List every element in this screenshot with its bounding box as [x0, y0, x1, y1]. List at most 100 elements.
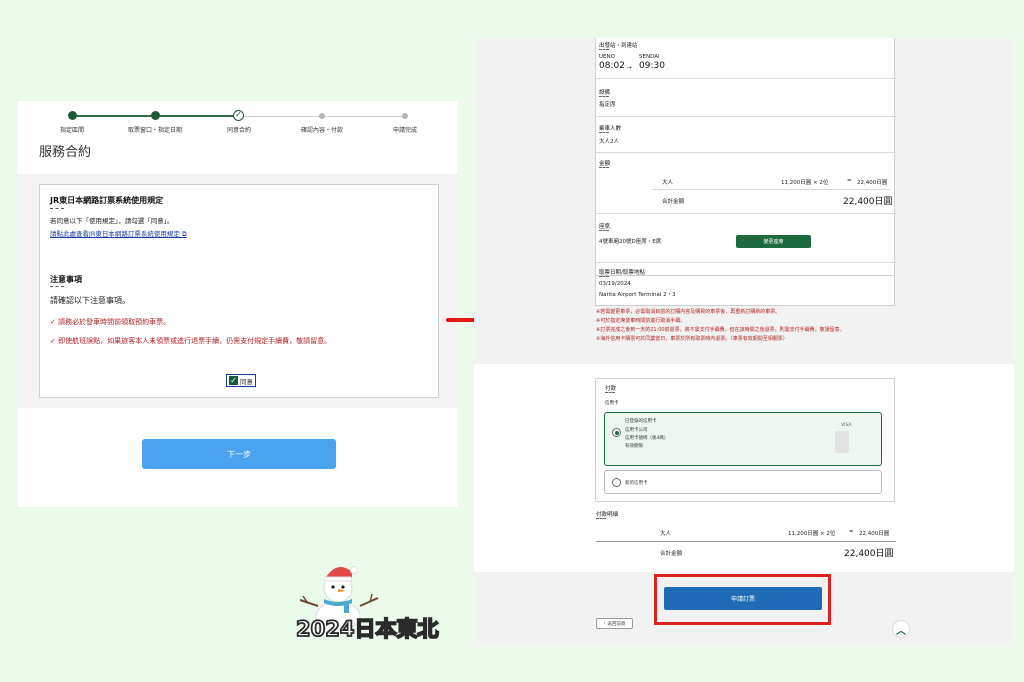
detail-total: 22,400日圓	[844, 549, 894, 559]
divider	[596, 116, 896, 117]
passengers-value: 大人2人	[599, 139, 619, 145]
detail-category: 大人	[660, 531, 672, 537]
saved-card-number-label: 信用卡號碼（後4碼）	[625, 436, 669, 441]
to-station: SENDAI	[639, 54, 660, 60]
notice-item-2: ✓ 即使航班誤點，如果旅客本人未領票或進行退票手續，仍需支付規定手續費，敬請留意…	[50, 336, 331, 346]
pickup-heading-divider	[599, 276, 609, 277]
equipment-heading: 設備	[599, 90, 611, 96]
payment-sub: 信用卡	[605, 401, 619, 406]
equipment-value: 指定席	[599, 102, 616, 108]
step-label-3: 同意合約	[226, 127, 252, 134]
pickup-place: Narita Airport Terminal 2・3	[599, 292, 676, 298]
note-3: ※訂票完成之後到一天的21:00前退票，將不需支付手續費，但在該時間之後退票，則…	[596, 327, 845, 333]
divider	[596, 78, 896, 79]
seat-heading: 座席	[599, 224, 611, 230]
booking-notes: ※若需變更車票，必需取消目前的訂購內容及購買的車票後，再重新訂購新的車票。 ※可…	[596, 308, 845, 344]
scroll-top-button[interactable]: ︿	[892, 620, 910, 638]
fare-heading-divider	[599, 167, 609, 168]
change-seat-button[interactable]: 變更座席	[736, 235, 811, 248]
note-4: ※海外信用卡購票可於同業當日，車票於所有取票時內退票。（車票有效期間至相關票）	[596, 336, 788, 342]
seat-value: 4號車廂20號D座席・E席	[599, 239, 662, 245]
mascot-caption: 2024日本東北	[295, 616, 439, 642]
progress-stepper: 指定區間 取票窗口・指定日期 ✓ 同意合約 確認內容・付款 申請完成	[17, 101, 458, 141]
step-label-4: 確認內容・付款	[300, 127, 344, 134]
notice-item-1-text: 請務必於發車時間前領取預約車票。	[58, 318, 171, 326]
terms-link-text: 請點此處查看JR東日本網路訂票系統使用規定	[50, 230, 180, 238]
notice-item-2-text: 即使航班誤點，如果旅客本人未領票或進行退票手續，仍需支付規定手續費，敬請留意。	[58, 337, 332, 345]
itinerary-card: 出發站・到達站 UENO SENDAI 08:02 → 09:30 設備 指定席…	[595, 38, 896, 276]
step-dot-2	[151, 111, 160, 120]
service-agreement-panel: 指定區間 取票窗口・指定日期 ✓ 同意合約 確認內容・付款 申請完成 服務合約 …	[17, 101, 458, 507]
payment-heading: 付款	[605, 386, 617, 392]
new-card-label: 新的信用卡	[625, 481, 648, 486]
route-heading-divider	[599, 49, 609, 50]
back-label: 返回前頁	[607, 621, 626, 627]
step-label-2: 取票窗口・指定日期	[127, 127, 183, 134]
depart-time: 08:02	[599, 61, 625, 71]
payment-detail-divider	[596, 518, 606, 519]
route-heading: 出發站・到達站	[599, 43, 638, 49]
next-step-button[interactable]: 下一步	[142, 439, 336, 469]
from-station: UENO	[599, 54, 615, 60]
arrive-time: 09:30	[639, 61, 665, 71]
radio-unselected-icon[interactable]	[612, 478, 621, 487]
submit-highlight-box: 申請訂票	[654, 574, 831, 625]
notice-heading-divider	[50, 286, 64, 287]
detail-unit: 11,200日圓 × 2位	[788, 531, 836, 537]
check-mark-icon: ✓	[50, 337, 56, 345]
checkbox-checked-icon[interactable]: ✓	[229, 376, 238, 385]
page-title: 服務合約	[39, 145, 92, 160]
card-image	[835, 431, 849, 453]
back-button[interactable]: ‹ 返回前頁	[596, 618, 633, 629]
card-brand: VISA	[841, 423, 852, 428]
fare-equals: =	[847, 178, 852, 184]
divider	[596, 541, 896, 542]
fare-category: 大人	[662, 180, 674, 186]
notice-heading: 注意事項	[50, 275, 82, 284]
pickup-date: 03/19/2024	[599, 281, 631, 287]
route-arrow-icon: →	[627, 65, 632, 71]
saved-card-title: 已登錄的信用卡	[625, 419, 657, 424]
detail-subtotal: 22,400日圓	[859, 531, 890, 537]
notice-item-1: ✓ 請務必於發車時間前領取預約車票。	[50, 317, 170, 327]
passengers-heading-divider	[599, 132, 609, 133]
saved-card-expiry-label: 有效期限	[625, 444, 643, 449]
payment-card: 付款 信用卡 已登錄的信用卡 信用卡公司 信用卡號碼（後4碼） 有效期限 VIS…	[595, 378, 895, 502]
agree-label: 同意	[240, 377, 253, 386]
fare-total: 22,400日圓	[843, 197, 893, 207]
terms-box[interactable]: JR東日本網路訂票系統使用規定 若同意以下「使用規定」，請勾選「同意」。 請點此…	[39, 184, 439, 398]
radio-selected-icon[interactable]	[612, 428, 621, 437]
terms-link[interactable]: 請點此處查看JR東日本網路訂票系統使用規定 ⧉	[50, 228, 187, 239]
payment-heading-divider	[605, 392, 615, 393]
agree-checkbox[interactable]: ✓ 同意	[226, 374, 256, 387]
fare-subtotal: 22,400日圓	[857, 180, 888, 186]
fare-unit: 11,200日圓 × 2位	[781, 180, 829, 186]
equipment-heading-divider	[599, 96, 609, 97]
payment-detail-heading: 付款明細	[596, 512, 619, 518]
chevron-up-icon: ︿	[896, 625, 906, 637]
pickup-card: 03/19/2024 Narita Airport Terminal 2・3	[595, 276, 895, 306]
submit-booking-button[interactable]: 申請訂票	[664, 587, 822, 610]
saved-card-option[interactable]: 已登錄的信用卡 信用卡公司 信用卡號碼（後4碼） 有效期限 VISA	[604, 412, 882, 466]
step-dot-5	[402, 113, 408, 119]
divider	[652, 189, 890, 190]
note-1: ※若需變更車票，必需取消目前的訂購內容及購買的車票後，再重新訂購新的車票。	[596, 309, 781, 315]
divider	[596, 262, 896, 263]
terms-instruction: 若同意以下「使用規定」，請勾選「同意」。	[50, 217, 174, 225]
chevron-left-icon: ‹	[603, 621, 606, 626]
detail-equals: =	[849, 529, 854, 535]
note-2: ※可於指定席發車時間前進行取消手續。	[596, 318, 686, 324]
seat-heading-divider	[599, 230, 609, 231]
step-check-icon: ✓	[233, 110, 244, 121]
step-label-1: 指定區間	[59, 127, 85, 134]
divider	[596, 152, 896, 153]
snowman-mascot: 2024日本東北	[294, 558, 464, 648]
passengers-heading: 乘車人數	[599, 126, 622, 132]
notice-intro: 請確認以下注意事項。	[50, 296, 130, 305]
new-card-option[interactable]: 新的信用卡	[604, 470, 882, 494]
terms-heading-divider	[50, 208, 64, 209]
pickup-heading: 取票日期/取票地點	[599, 270, 645, 276]
step-dot-1	[68, 111, 77, 120]
fare-heading: 金額	[599, 161, 611, 167]
booking-confirmation-panel: 出發站・到達站 UENO SENDAI 08:02 → 09:30 設備 指定席…	[474, 38, 1014, 645]
